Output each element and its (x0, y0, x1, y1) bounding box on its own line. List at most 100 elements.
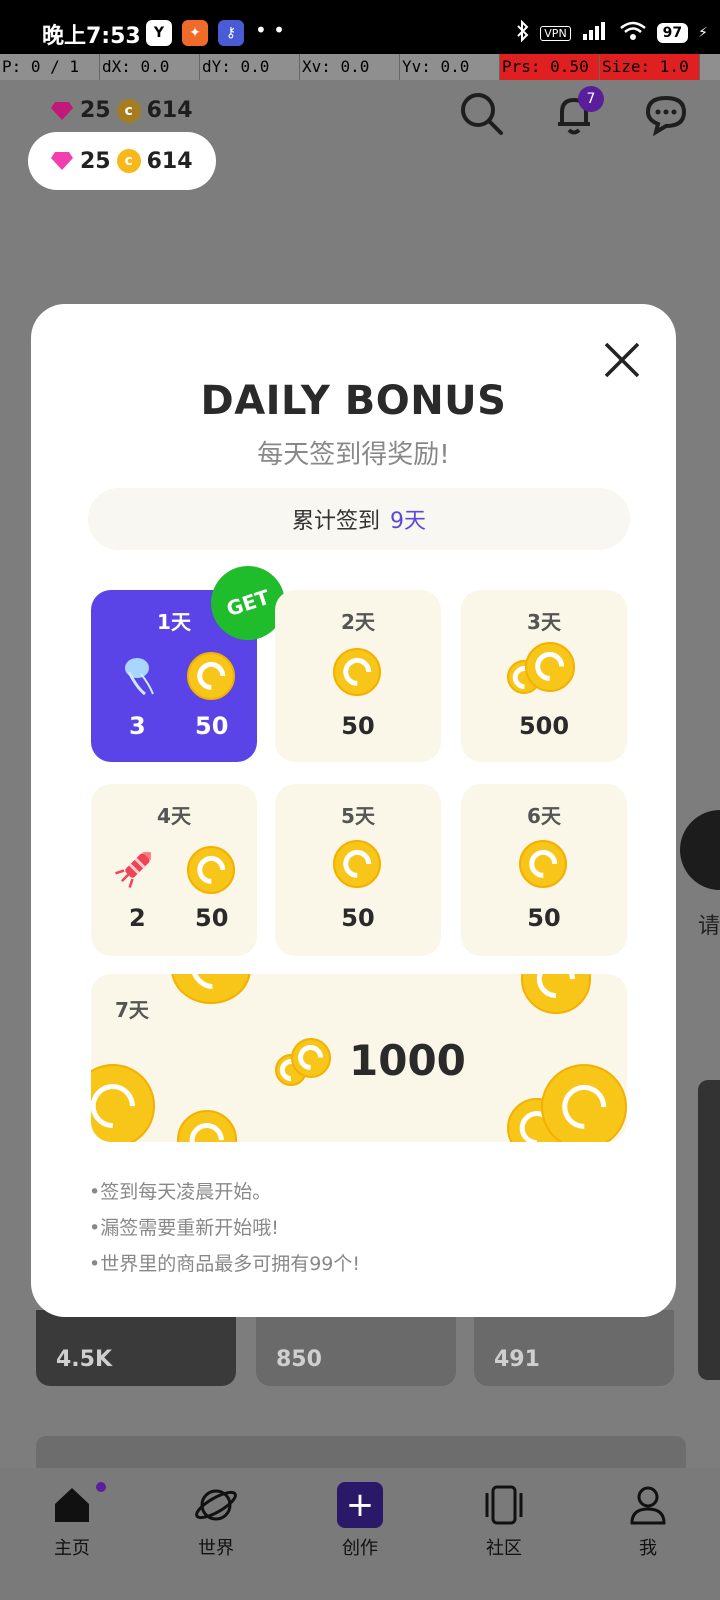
balloon-item-icon (125, 658, 154, 696)
nav-world-label: 世界 (198, 1538, 234, 1559)
day-label: 6天 (527, 804, 561, 828)
background-card-likes: 850 (276, 1347, 322, 1372)
nav-world[interactable]: 世界 (144, 1468, 288, 1600)
nav-me[interactable]: 我 (576, 1468, 720, 1600)
debug-dx: dX: 0.0 (100, 54, 200, 80)
app-y-icon: Y (146, 20, 172, 46)
day-item-amount: 2 (129, 904, 146, 932)
day-card-6: 6天 50 (461, 784, 627, 956)
decor-coin-icon (91, 1064, 155, 1142)
background-card-likes: 4.5K (56, 1347, 113, 1372)
debug-pressure: Prs: 0.50 (500, 54, 600, 80)
background-card: 4.5K (36, 1310, 236, 1386)
coin-icon (333, 840, 381, 888)
coin-icon (291, 1038, 331, 1078)
coin-count: 614 (146, 98, 193, 123)
decor-coin-icon (171, 974, 251, 1004)
notification-bell-icon[interactable]: 7 (550, 86, 604, 138)
day-coin-amount: 50 (527, 904, 561, 932)
day-coin-amount: 50 (195, 712, 229, 740)
user-icon (625, 1482, 671, 1528)
coin-icon (187, 846, 235, 894)
coin-icon (519, 840, 567, 888)
total-checkin-value: 9天 (390, 509, 426, 534)
close-icon[interactable] (602, 340, 642, 380)
background-card: 850 (256, 1310, 456, 1386)
note-item: •漏签需要重新开始哦! (89, 1217, 279, 1239)
bonus-notes: •签到每天凌晨开始。 •漏签需要重新开始哦! •世界里的商品最多可拥有99个! (89, 1174, 360, 1282)
chat-icon[interactable] (642, 90, 690, 138)
firework-rocket-icon (115, 852, 151, 888)
bottom-nav: 主页 世界 + 创作 社区 我 (0, 1468, 720, 1600)
wifi-icon (619, 20, 647, 46)
header-currency: 25 c 614 (50, 98, 193, 123)
background-side-label: 请 (697, 914, 720, 939)
nav-me-label: 我 (639, 1538, 657, 1559)
day-card-2: 2天 50 (275, 590, 441, 762)
status-more-dots: • • (255, 18, 285, 42)
total-checkin-label: 累计签到 (291, 509, 380, 534)
coin-icon (333, 648, 381, 696)
note-item: •世界里的商品最多可拥有99个! (89, 1253, 361, 1275)
day-coin-amount: 500 (518, 712, 570, 740)
nav-create-label: 创作 (342, 1538, 378, 1559)
day-coin-amount: 50 (195, 904, 229, 932)
day-label: 7天 (115, 998, 149, 1022)
gem-icon (51, 152, 73, 170)
coin-icon (187, 652, 235, 700)
vpn-badge: VPN (540, 25, 571, 41)
day-item-amount: 3 (129, 712, 146, 740)
day-label: 5天 (341, 804, 375, 828)
signal-icon (581, 20, 609, 46)
notification-badge: 7 (578, 86, 604, 112)
header-actions: 7 (458, 86, 690, 138)
coin-icon: c (116, 149, 141, 173)
dialog-title: DAILY BONUS (200, 378, 507, 424)
app-gift-icon: ✦ (182, 20, 208, 46)
nav-home-label: 主页 (54, 1538, 90, 1559)
bluetooth-icon (516, 19, 530, 46)
nav-community[interactable]: 社区 (432, 1468, 576, 1600)
search-icon[interactable] (458, 90, 506, 138)
charging-icon: ⚡ (698, 25, 708, 41)
debug-size: Size: 1.0 (600, 54, 700, 80)
pill-coin-count: 614 (146, 148, 193, 174)
planet-icon (193, 1482, 239, 1528)
day-label: 2天 (341, 610, 375, 634)
app-key-icon: ⚷ (218, 20, 244, 46)
status-app-icons: Y ✦ ⚷ (146, 20, 244, 46)
background-card-edge (698, 1080, 720, 1380)
background-avatar (680, 810, 720, 890)
pill-gem-count: 25 (80, 148, 111, 174)
daily-bonus-dialog: DAILY BONUS 每天签到得奖励! 累计签到 9天 1天 3 50 GET… (31, 304, 676, 1317)
day-coin-amount: 50 (341, 712, 375, 740)
day-card-4: 4天 2 50 (91, 784, 257, 956)
day-card-7: 7天 1000 (91, 974, 627, 1142)
debug-pointer: P: 0 / 1 (0, 54, 100, 80)
day-card-3: 3天 500 (461, 590, 627, 762)
community-cards-icon (481, 1482, 527, 1528)
currency-pill[interactable]: 25 c 614 (28, 132, 216, 190)
status-bar: 晚上7:53 Y ✦ ⚷ • • VPN 97 ⚡ (0, 0, 720, 54)
debug-yv: Yv: 0.0 (400, 54, 500, 80)
decor-coin-icon (541, 1064, 627, 1142)
note-item: •签到每天凌晨开始。 (89, 1181, 272, 1203)
decor-coin-icon (177, 1110, 237, 1142)
day-card-5: 5天 50 (275, 784, 441, 956)
debug-xv: Xv: 0.0 (300, 54, 400, 80)
plus-icon: + (337, 1482, 383, 1528)
status-time: 晚上7:53 (42, 24, 141, 49)
dialog-subtitle: 每天签到得奖励! (257, 440, 450, 470)
coin-icon (525, 642, 575, 692)
background-card-likes: 491 (494, 1347, 540, 1372)
nav-create[interactable]: + 创作 (288, 1468, 432, 1600)
battery-indicator: 97 (656, 23, 689, 43)
decor-coin-icon (521, 974, 591, 1014)
day-coin-amount: 50 (341, 904, 375, 932)
debug-dy: dY: 0.0 (200, 54, 300, 80)
day-coin-amount: 1000 (349, 1036, 466, 1085)
nav-home[interactable]: 主页 (0, 1468, 144, 1600)
nav-community-label: 社区 (486, 1538, 522, 1559)
day-label: 3天 (527, 610, 561, 634)
coin-icon: c (116, 98, 141, 123)
